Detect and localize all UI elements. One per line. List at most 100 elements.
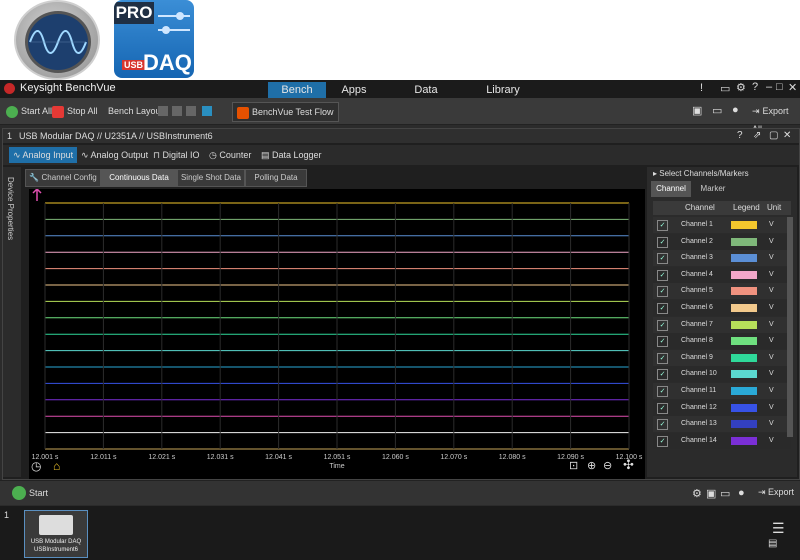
channel-row[interactable]: ✓ Channel 7 V xyxy=(653,316,791,333)
device-properties-sidebar[interactable]: Device Properties xyxy=(3,167,21,477)
channel-row[interactable]: ✓ Channel 8 V xyxy=(653,333,791,350)
restore-icon[interactable]: ▢ xyxy=(769,129,778,143)
tab-bench[interactable]: Bench xyxy=(268,82,326,98)
channel-checkbox[interactable]: ✓ xyxy=(657,319,668,331)
folder-icon[interactable]: ▭ xyxy=(712,104,722,117)
tab-counter[interactable]: ◷ Counter xyxy=(205,147,255,163)
layout-rows-icon[interactable] xyxy=(186,106,196,116)
tab-polling-data[interactable]: Polling Data xyxy=(245,169,307,187)
legend-swatch[interactable] xyxy=(731,387,757,395)
channel-checkbox[interactable]: ✓ xyxy=(657,386,668,397)
stop-all-button[interactable]: Stop All xyxy=(52,102,98,120)
legend-swatch[interactable] xyxy=(731,320,757,329)
channel-checkbox[interactable]: ✓ xyxy=(657,236,668,248)
tab-library[interactable]: Library xyxy=(486,82,520,98)
export-button[interactable]: ⇥ Export xyxy=(758,487,794,498)
channel-scrollbar[interactable] xyxy=(787,217,793,437)
channel-row[interactable]: ✓ Channel 2 V xyxy=(653,233,791,250)
channel-row[interactable]: ✓ Channel 13 V xyxy=(653,416,791,433)
instrument-thumbnail[interactable]: USB Modular DAQ USBInstrument6 xyxy=(24,510,88,558)
channel-row[interactable]: ✓ Channel 1 V xyxy=(653,217,791,233)
continuous-data-chart[interactable]: 12.001 s 12.011 s 12.021 s 12.031 s 12.041 s… xyxy=(29,187,645,479)
layout-columns-icon[interactable] xyxy=(172,106,182,116)
legend-swatch[interactable] xyxy=(731,370,757,379)
save-icon[interactable]: ▣ xyxy=(692,104,702,117)
bottom-folder-icon[interactable]: ▭ xyxy=(720,487,730,500)
test-flow-button[interactable]: BenchVue Test Flow xyxy=(232,102,339,122)
legend-swatch[interactable] xyxy=(731,420,757,429)
tab-single-shot-data[interactable]: Single Shot Data xyxy=(177,169,245,187)
start-all-button[interactable]: Start All xyxy=(6,102,52,120)
channel-checkbox[interactable]: ✓ xyxy=(657,269,668,281)
time-marker-icon[interactable]: ◷ xyxy=(31,459,41,473)
zoom-in-icon[interactable]: ⊕ xyxy=(587,459,596,472)
channel-checkbox[interactable]: ✓ xyxy=(657,352,668,364)
record-icon[interactable]: ● xyxy=(732,104,739,116)
minimize-icon[interactable]: – xyxy=(766,81,772,93)
tab-continuous-data[interactable]: Continuous Data xyxy=(101,169,177,187)
chat-icon[interactable]: ▭ xyxy=(720,82,730,95)
channel-checkbox[interactable]: ✓ xyxy=(657,253,668,265)
tab-analog-input[interactable]: ∿ Analog Input xyxy=(9,147,78,163)
channel-row[interactable]: ✓ Channel 12 V xyxy=(653,399,791,416)
channel-checkbox[interactable]: ✓ xyxy=(657,435,668,447)
close-icon[interactable]: ✕ xyxy=(788,81,797,94)
popout-icon[interactable]: ⇗ xyxy=(753,129,761,143)
legend-swatch[interactable] xyxy=(731,353,757,362)
channel-row[interactable]: ✓ Channel 4 V xyxy=(653,266,791,283)
channel-row[interactable]: ✓ Channel 9 V xyxy=(653,349,791,366)
export-all-button[interactable]: ⇥Export All xyxy=(752,102,800,134)
channel-checkbox[interactable]: ✓ xyxy=(657,220,668,231)
legend-swatch[interactable] xyxy=(731,221,757,229)
legend-swatch[interactable] xyxy=(731,270,757,279)
bottom-gear-icon[interactable]: ⚙ xyxy=(692,487,702,500)
tab-channel-config[interactable]: 🔧 Channel Config xyxy=(25,169,101,187)
channel-row[interactable]: ✓ Channel 6 V xyxy=(653,300,791,316)
tab-data-manager[interactable]: Data Manager xyxy=(394,82,458,112)
benchvue-app-logo[interactable] xyxy=(14,0,100,80)
channel-checkbox[interactable]: ✓ xyxy=(657,402,668,414)
zoom-fit-icon[interactable]: ⊡ xyxy=(569,459,578,472)
start-button[interactable]: Start xyxy=(12,486,48,500)
channel-checkbox[interactable]: ✓ xyxy=(657,286,668,298)
layout-grid-icon[interactable] xyxy=(158,106,168,116)
maximize-icon[interactable]: □ xyxy=(776,81,783,93)
legend-swatch[interactable] xyxy=(731,254,757,263)
bottom-save-icon[interactable]: ▣ xyxy=(706,487,716,500)
bottom-info-icon[interactable]: ● xyxy=(738,487,745,499)
channel-row[interactable]: ✓ Channel 10 V xyxy=(653,366,791,383)
panel-help-icon[interactable]: ? xyxy=(737,129,743,143)
legend-swatch[interactable] xyxy=(731,337,757,346)
marker-icon[interactable]: ⌂ xyxy=(53,459,60,473)
channel-row[interactable]: ✓ Channel 11 V xyxy=(653,383,791,399)
tab-channel[interactable]: Channel xyxy=(651,181,691,197)
chart-plot[interactable]: 12.001 s 12.011 s 12.021 s 12.031 s 12.041 s… xyxy=(29,187,645,479)
menu-icon[interactable]: ☰ xyxy=(772,520,785,537)
channel-checkbox[interactable]: ✓ xyxy=(657,419,668,431)
channel-checkbox[interactable]: ✓ xyxy=(657,369,668,381)
tab-data-logger[interactable]: ▤ Data Logger xyxy=(257,147,326,163)
y-marker[interactable] xyxy=(32,187,42,201)
instrument-list-icon[interactable]: ▤ xyxy=(768,538,777,549)
layout-single-icon[interactable] xyxy=(202,106,212,116)
panel-close-icon[interactable]: ✕ xyxy=(783,129,791,143)
gear-icon[interactable]: ⚙ xyxy=(736,81,746,94)
channel-checkbox[interactable]: ✓ xyxy=(657,303,668,314)
legend-swatch[interactable] xyxy=(731,436,757,445)
legend-swatch[interactable] xyxy=(731,403,757,412)
tab-analog-output[interactable]: ∿ Analog Output xyxy=(77,147,152,163)
alert-icon[interactable]: ! xyxy=(700,82,703,94)
help-icon[interactable]: ? xyxy=(752,81,758,93)
channel-checkbox[interactable]: ✓ xyxy=(657,336,668,348)
tab-marker[interactable]: Marker xyxy=(693,181,733,197)
channel-row[interactable]: ✓ Channel 5 V xyxy=(653,283,791,300)
legend-swatch[interactable] xyxy=(731,304,757,312)
tab-apps[interactable]: Apps xyxy=(336,82,372,98)
zoom-out-icon[interactable]: ⊖ xyxy=(603,459,612,472)
channel-row[interactable]: ✓ Channel 3 V xyxy=(653,250,791,267)
pan-icon[interactable]: ✣ xyxy=(623,457,634,473)
tab-digital-io[interactable]: ⊓ Digital IO xyxy=(149,147,204,163)
channel-row[interactable]: ✓ Channel 14 V xyxy=(653,432,791,449)
usb-daq-pro-logo[interactable]: PRO USB DAQ xyxy=(114,0,194,78)
legend-swatch[interactable] xyxy=(731,287,757,296)
